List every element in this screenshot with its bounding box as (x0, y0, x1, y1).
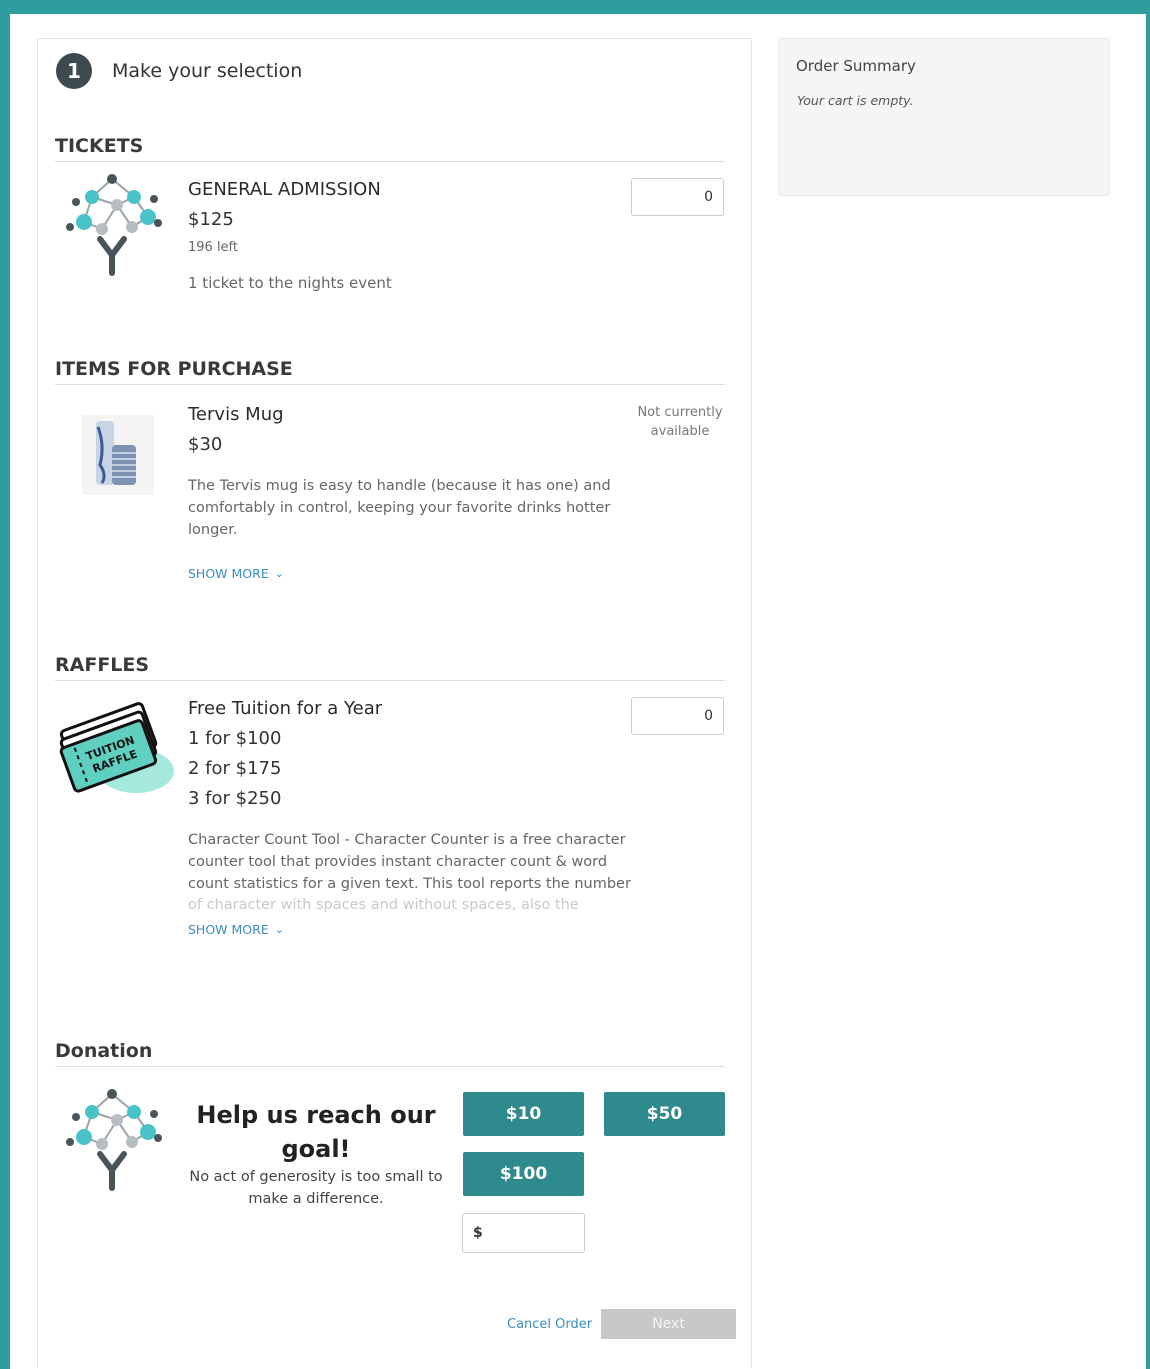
mug-description: The Tervis mug is easy to handle (becaus… (188, 478, 611, 538)
donate-10-button[interactable]: $10 (463, 1092, 584, 1136)
selection-panel: 1 Make your selection TICKETS GENERAL AD… (37, 38, 752, 1368)
raffle-description: Character Count Tool - Character Counter… (188, 832, 631, 892)
step-header: 1 Make your selection (56, 53, 302, 89)
mug-image-icon (82, 415, 154, 495)
donate-50-button[interactable]: $50 (604, 1092, 725, 1136)
tickets-heading: TICKETS (55, 135, 725, 162)
show-more-label: SHOW MORE (188, 922, 269, 937)
mug-availability: Not currently available (630, 403, 730, 441)
ticket-price: $125 (188, 209, 234, 230)
availability-line-2: available (650, 424, 710, 439)
tree-logo-icon (66, 1089, 162, 1191)
raffle-price-3: 3 for $250 (188, 788, 282, 809)
mug-name: Tervis Mug (188, 404, 284, 425)
raffle-price-1: 1 for $100 (188, 728, 282, 749)
chevron-down-icon: ⌄ (274, 567, 284, 580)
chevron-down-icon: ⌄ (274, 923, 284, 936)
raffle-description-faded: of character with spaces and without spa… (188, 897, 579, 913)
raffles-heading: RAFFLES (55, 654, 725, 681)
items-heading: ITEMS FOR PURCHASE (55, 358, 725, 385)
availability-line-1: Not currently (637, 405, 723, 420)
cancel-order-link[interactable]: Cancel Order (507, 1317, 592, 1332)
donate-100-button[interactable]: $100 (463, 1152, 584, 1196)
mug-show-more-link[interactable]: SHOW MORE ⌄ (188, 566, 284, 581)
step-number-badge: 1 (56, 53, 92, 89)
ticket-quantity-input[interactable] (631, 178, 724, 216)
step-title: Make your selection (112, 60, 303, 82)
tree-logo-icon (66, 174, 162, 276)
donation-title: Help us reach our goal! (196, 1101, 436, 1163)
ticket-name: GENERAL ADMISSION (188, 179, 381, 200)
show-more-label: SHOW MORE (188, 566, 269, 581)
raffle-name: Free Tuition for a Year (188, 698, 383, 719)
donation-heading: Donation (55, 1040, 725, 1067)
currency-prefix: $ (473, 1225, 483, 1241)
raffle-quantity-input[interactable] (631, 697, 724, 735)
ticket-description: 1 ticket to the nights event (188, 274, 392, 292)
raffle-show-more-link[interactable]: SHOW MORE ⌄ (188, 922, 284, 937)
next-button[interactable]: Next (601, 1309, 736, 1339)
custom-donation-input[interactable]: $ (462, 1213, 585, 1253)
order-summary-panel: Order Summary Your cart is empty. (778, 38, 1110, 196)
ticket-remaining: 196 left (188, 240, 239, 255)
raffle-price-2: 2 for $175 (188, 758, 282, 779)
raffle-ticket-icon: TUITION RAFFLE (59, 702, 174, 793)
mug-price: $30 (188, 434, 223, 455)
donation-subtitle: No act of generosity is too small to mak… (189, 1169, 443, 1207)
cart-empty-message: Your cart is empty. (797, 93, 914, 108)
order-summary-title: Order Summary (796, 57, 916, 75)
